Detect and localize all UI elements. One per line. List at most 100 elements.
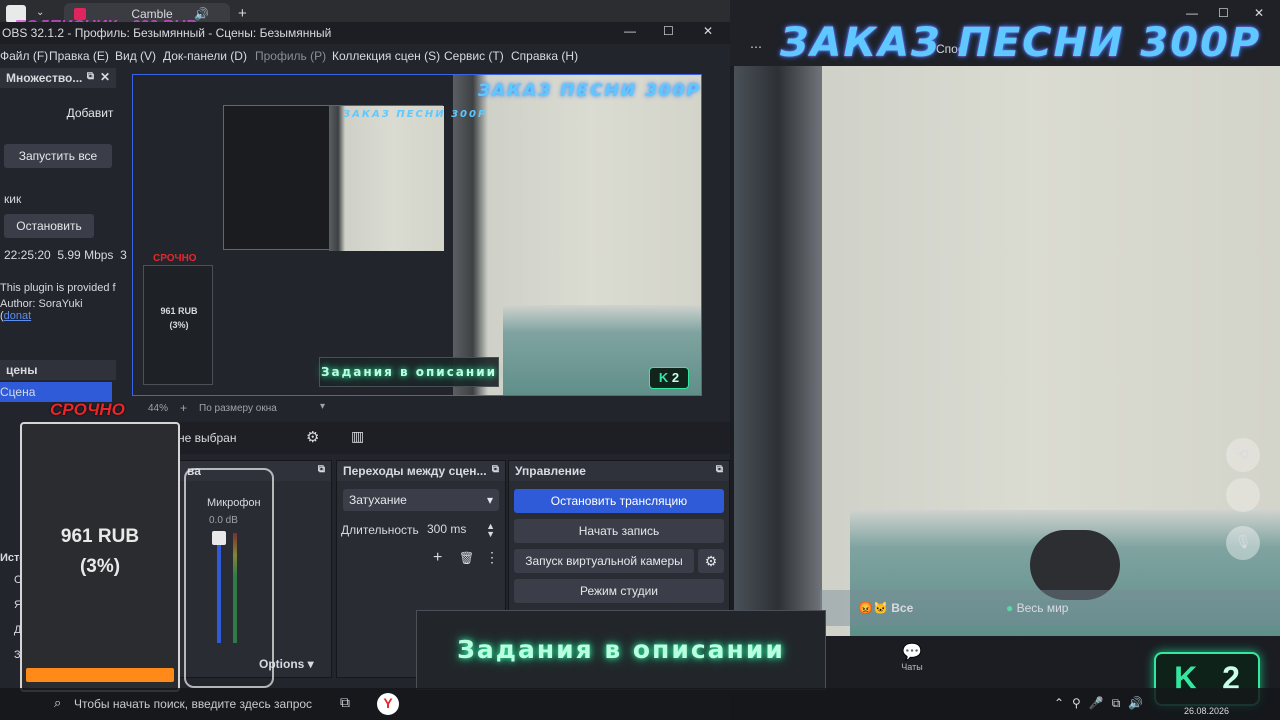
search-icon[interactable]: ⌕ (54, 695, 61, 711)
add-transition-icon[interactable]: + (433, 549, 442, 567)
new-tab-button[interactable]: + (238, 5, 247, 22)
obs-preview[interactable]: ЗАКАЗ ПЕСНИ 300Р ЗАКАЗ ПЕСНИ 300Р 961 RU… (132, 74, 702, 396)
virtual-cam-settings-icon[interactable]: ⚙ (698, 549, 724, 573)
taskbar-date: 26.08.2026 (1184, 706, 1230, 716)
preview-tasks-banner: Задания в описании (319, 357, 499, 387)
virtual-cam-button[interactable]: Запуск виртуальной камеры (514, 549, 694, 573)
menu-help[interactable]: Справка (H) (511, 49, 578, 63)
more-menu-icon[interactable]: ⋯ (750, 40, 762, 54)
preview-counter-letter: K (658, 370, 669, 385)
goal-glass-decoration (184, 468, 274, 688)
goal-percent: (3%) (79, 556, 121, 577)
duration-input[interactable]: 300 ms ▲ ▼ (423, 519, 499, 541)
controls-float-icon[interactable]: ⧉ (716, 464, 723, 475)
fit-dropdown-chevron-icon[interactable]: ▾ (320, 401, 325, 412)
duration-value: 300 ms (427, 522, 467, 536)
preview-nested-webcam (329, 106, 444, 251)
goal-widget: 961 RUB (3%) (20, 422, 180, 692)
remove-transition-icon[interactable]: 🗑 (459, 551, 474, 565)
camera-toggle-icon[interactable] (1226, 478, 1260, 512)
kick-label: кик (4, 192, 22, 206)
scenes-header: цены (0, 360, 116, 380)
transitions-header: Переходы между сцен... ⧉ (337, 461, 505, 481)
preview-urgent: СРОЧНО (153, 253, 197, 264)
window-max-icon[interactable]: ☐ (1218, 6, 1229, 20)
obs-menubar: Файл (F) Правка (E) Вид (V) Док-панели (… (0, 44, 730, 68)
transition-menu-icon[interactable]: ⋮ (485, 549, 499, 566)
mixer-float-icon[interactable]: ⧉ (318, 464, 325, 475)
zoom-percent: 44% (148, 403, 169, 414)
menu-view[interactable]: Вид (V) (115, 49, 156, 63)
window-min-icon[interactable]: — (1186, 6, 1198, 20)
menu-file[interactable]: Файл (F) (0, 49, 48, 63)
curtain (734, 66, 822, 636)
menu-profile[interactable]: Профиль (P) (255, 49, 326, 63)
tray-icons[interactable]: ⌃⚲🎤⧉🔊 (1054, 696, 1151, 711)
chat-world-label: Весь мир (1016, 601, 1069, 615)
globe-icon: ● (1006, 601, 1014, 615)
chat-filter-bar: 😡🐱 Все ● Весь мир (820, 590, 1280, 626)
multiple-output-label: Множество... (6, 71, 83, 85)
obs-titlebar: OBS 32.1.2 - Профиль: Безымянный - Сцены… (0, 22, 730, 44)
stats-line: 22:25:20 5.99 Mbps 3 (4, 248, 127, 262)
scene-item-label: Сцена (0, 385, 36, 399)
source-properties-icon[interactable]: ⚙ (306, 428, 319, 446)
window-close-icon[interactable]: ✕ (1254, 6, 1264, 20)
tasks-banner: Задания в описании (416, 610, 826, 690)
chats-label: Чаты (901, 662, 923, 672)
zoom-bar: 44% + По размеру окна ▾ (130, 398, 730, 418)
stop-button[interactable]: Остановить (4, 214, 94, 238)
preview-title: ЗАКАЗ ПЕСНИ 300Р (478, 81, 701, 101)
menu-tools[interactable]: Сервис (T) (444, 49, 504, 63)
chat-all-label: Все (891, 601, 914, 615)
start-all-button[interactable]: Запустить все (4, 144, 112, 168)
duration-label: Длительность (341, 523, 419, 537)
dock-close-icon[interactable]: ✕ (100, 70, 110, 84)
multiple-output-header: Множество... ⧉ ✕ (0, 68, 116, 88)
yandex-browser-icon[interactable]: Y (377, 693, 399, 715)
mic-toggle-icon[interactable]: 🎙 (1226, 526, 1260, 560)
transitions-float-icon[interactable]: ⧉ (492, 464, 499, 475)
menu-scene-collection[interactable]: Коллекция сцен (S) (332, 49, 440, 63)
preview-counter-value: 2 (671, 370, 680, 385)
dock-float-icon[interactable]: ⧉ (87, 71, 94, 82)
goal-progress-fill (26, 668, 174, 682)
duration-stepper-icon[interactable]: ▲ ▼ (486, 522, 495, 539)
chat-all-tab[interactable]: 😡🐱 Все (858, 601, 913, 615)
minimize-button[interactable]: — (624, 24, 636, 38)
rotate-camera-icon[interactable]: ⟲ (1226, 438, 1260, 472)
taskbar: ⌕ Чтобы начать поиск, введите здесь запр… (0, 688, 1280, 720)
transitions-title: Переходы между сцен... (343, 464, 487, 478)
add-button[interactable]: Добавит (60, 102, 120, 124)
menu-docks[interactable]: Док-панели (D) (163, 49, 247, 63)
zoom-in-icon[interactable]: + (180, 401, 187, 415)
chat-world-tab[interactable]: ● Весь мир (1006, 601, 1068, 615)
maximize-button[interactable]: ☐ (663, 24, 674, 38)
chats-nav[interactable]: 💬 Чаты (890, 642, 934, 672)
menu-edit[interactable]: Правка (E) (49, 49, 109, 63)
scenes-label: цены (6, 363, 38, 377)
no-source-selected: не выбран (178, 431, 237, 445)
task-view-icon[interactable]: ⧉ (340, 694, 350, 711)
preview-counter: K 2 (649, 367, 689, 389)
close-button[interactable]: ✕ (703, 24, 713, 38)
studio-mode-button[interactable]: Режим студии (514, 579, 724, 603)
controls-title: Управление (515, 464, 586, 478)
scene-item[interactable]: Сцена (0, 382, 112, 402)
chat-all-emoji-icon: 😡🐱 (858, 601, 888, 615)
start-record-button[interactable]: Начать запись (514, 519, 724, 543)
preview-goal-widget: 961 RUB (3%) (143, 265, 213, 385)
preview-nested-preview (223, 105, 444, 251)
preview-goal-percent: (3%) (169, 320, 189, 330)
tab-menu-chevron-icon[interactable]: ⌄ (36, 7, 44, 18)
taskbar-search[interactable]: Чтобы начать поиск, введите здесь запрос (74, 697, 312, 711)
controls-header: Управление ⧉ (509, 461, 729, 481)
donate-link[interactable]: donat (4, 310, 32, 322)
source-filters-icon[interactable]: ▥ (351, 428, 364, 445)
transition-type-select[interactable]: Затухание ▾ (343, 489, 499, 511)
song-order-title: ЗАКАЗ ПЕСНИ 300Р (780, 20, 1262, 66)
fit-dropdown[interactable]: По размеру окна (199, 403, 277, 414)
stop-stream-button[interactable]: Остановить трансляцию (514, 489, 724, 513)
plugin-author-line: Author: SoraYuki (donat (0, 298, 116, 322)
goal-amount: 961 RUB (60, 526, 140, 547)
